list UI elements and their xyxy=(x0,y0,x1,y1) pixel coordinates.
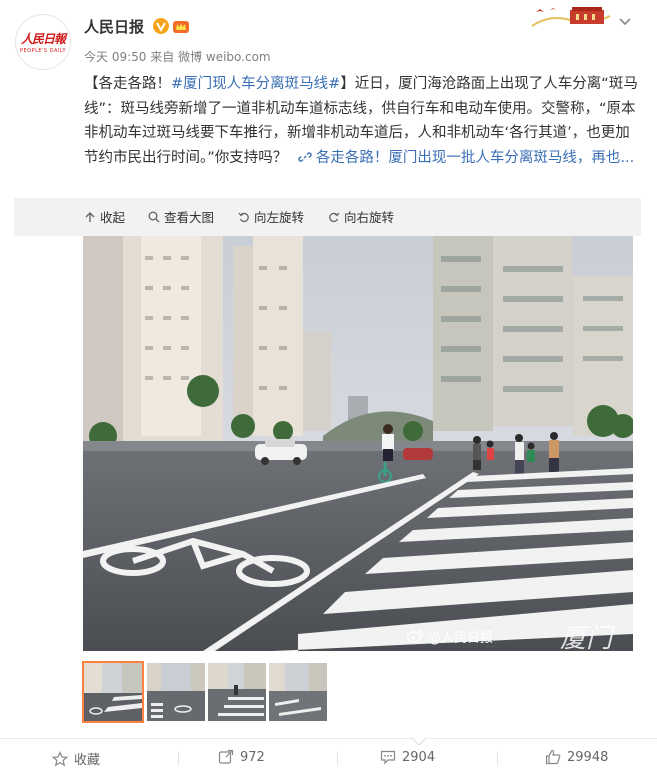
view-large-label: 查看大图 xyxy=(164,210,215,225)
main-photo[interactable]: @人民日报 厦门晚报 xyxy=(83,236,633,651)
post-meta: 今天 09:50 来自 微博 weibo.com xyxy=(84,48,271,65)
rotate-right-button[interactable]: 向右旋转 xyxy=(328,207,394,226)
divider xyxy=(337,751,338,765)
divider xyxy=(178,751,179,765)
thumbnail-3[interactable] xyxy=(208,663,266,721)
weibo-logo-icon xyxy=(407,630,423,643)
view-large-button[interactable]: 查看大图 xyxy=(148,207,214,226)
thumbnail-2-image xyxy=(147,663,205,721)
like-button[interactable]: 29948 xyxy=(545,749,608,765)
search-icon xyxy=(148,211,160,222)
arrow-up-icon xyxy=(85,211,95,222)
post-source[interactable]: 微博 weibo.com xyxy=(178,50,271,64)
repost-button[interactable]: 972 xyxy=(218,749,265,765)
rotate-left-icon xyxy=(238,212,249,222)
favorite-button[interactable]: 收藏 xyxy=(52,749,100,768)
member-crown-icon[interactable] xyxy=(172,17,190,35)
source-prefix: 来自 xyxy=(150,50,175,64)
street-photo-image xyxy=(83,236,633,651)
hashtag-link[interactable]: #厦门现人车分离斑马线# xyxy=(171,76,340,92)
like-count: 29948 xyxy=(567,749,609,765)
link-icon xyxy=(298,151,312,162)
thumbnail-1[interactable] xyxy=(82,661,144,723)
divider xyxy=(497,751,498,765)
rotate-left-button[interactable]: 向左旋转 xyxy=(238,207,304,226)
rotate-left-label: 向左旋转 xyxy=(254,210,305,225)
thumbnail-4-image xyxy=(269,663,327,721)
comment-icon xyxy=(380,750,396,765)
post-header: 人民日報 PEOPLE'S DAILY 人民日报 今天 09:50 来自 微博 … xyxy=(0,0,657,70)
image-toolbar: 收起 查看大图 向左旋转 向右旋转 xyxy=(14,198,641,236)
thumbnail-1-image xyxy=(84,663,142,721)
favorite-label: 收藏 xyxy=(74,753,101,768)
repost-count: 972 xyxy=(240,749,265,765)
username-link[interactable]: 人民日报 xyxy=(84,16,144,37)
collapse-button[interactable]: 收起 xyxy=(84,207,125,226)
repost-icon xyxy=(218,749,234,764)
avatar-logo-sub: PEOPLE'S DAILY xyxy=(19,48,67,54)
star-icon xyxy=(52,750,68,766)
active-tab-pointer xyxy=(412,738,426,746)
avatar-logo: 人民日報 xyxy=(20,32,66,46)
post-time[interactable]: 今天 09:50 xyxy=(84,50,146,64)
collapse-label: 收起 xyxy=(100,210,126,225)
thumbs-up-icon xyxy=(545,749,561,765)
great-wall-banner-icon xyxy=(530,4,612,32)
rotate-right-label: 向右旋转 xyxy=(344,210,395,225)
chevron-down-icon[interactable] xyxy=(617,14,633,30)
comment-count: 2904 xyxy=(402,749,436,765)
weibo-watermark: @人民日报 xyxy=(428,631,494,646)
post-bracket: 【各走各路！ xyxy=(84,76,171,92)
thumbnail-2[interactable] xyxy=(147,663,205,721)
article-link[interactable]: 各走各路！厦门出现一批人车分离斑马线，再也... xyxy=(292,150,634,166)
thumbnail-4[interactable] xyxy=(269,663,327,721)
avatar[interactable]: 人民日報 PEOPLE'S DAILY xyxy=(15,14,71,70)
thumbnail-3-image xyxy=(208,663,266,721)
post-text: 【各走各路！#厦门现人车分离斑马线#】近日，厦门海沧路面上出现了人车分离“斑马线… xyxy=(84,72,639,170)
comment-button[interactable]: 2904 xyxy=(380,749,435,765)
article-link-text: 各走各路！厦门出现一批人车分离斑马线，再也... xyxy=(315,149,635,166)
rotate-right-icon xyxy=(329,212,340,222)
action-bar: 收藏 972 2904 29948 xyxy=(0,738,657,776)
newspaper-watermark: 厦门晚报 xyxy=(560,624,613,651)
verified-v-icon xyxy=(153,18,169,34)
